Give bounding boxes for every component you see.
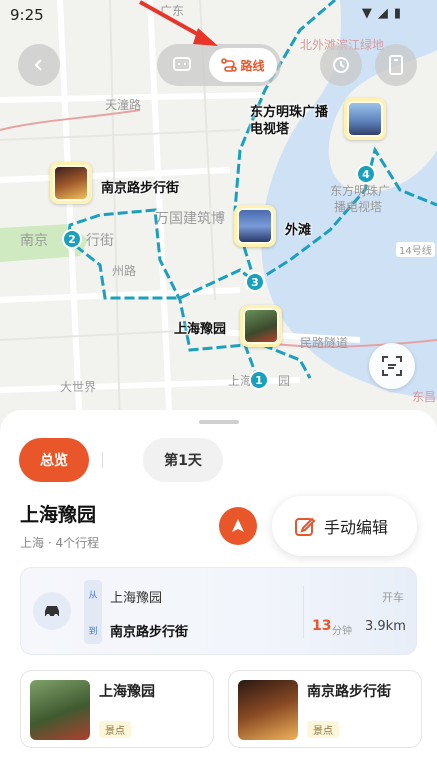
scan-button[interactable] <box>369 343 415 389</box>
tab-overview[interactable]: 总览 <box>19 438 89 482</box>
list-view-button[interactable] <box>167 53 197 77</box>
poi-marker-3[interactable]: 3 <box>245 272 265 292</box>
place-name: 上海豫园 <box>99 684 155 700</box>
status-icons: ▼◢▮ <box>362 6 407 21</box>
poi-nanjing-title[interactable]: 南京路步行街 <box>101 177 179 196</box>
place-photo <box>30 680 90 740</box>
pointer-arrow-icon <box>139 0 218 46</box>
poi-pearl-tower-thumbnail[interactable] <box>344 98 386 140</box>
wifi-icon: ▼ <box>361 6 378 21</box>
map-label-dongchang: 东昌 <box>412 390 437 404</box>
back-button[interactable] <box>18 44 60 86</box>
route-view-label: 路线 <box>240 58 265 73</box>
history-button[interactable] <box>320 44 362 86</box>
navigate-button[interactable] <box>219 507 257 545</box>
map-label-tiantong-road: 天潼路 <box>105 98 142 112</box>
layers-button[interactable] <box>375 44 417 86</box>
metro-line-badge: 14号线 <box>396 242 435 257</box>
no-signal-icon: ◢ <box>377 6 394 21</box>
travel-minutes: 13 <box>312 618 332 634</box>
view-toggle[interactable]: 路线 <box>157 44 281 86</box>
from-tag: 从 <box>88 591 98 601</box>
trip-subtitle: 上海 · 4个行程 <box>20 536 100 550</box>
travel-mode: 开车 <box>382 591 404 604</box>
map-view[interactable]: 天潼路 北外滩滨江绿地 万国建筑博 南京 行街 大世界 东方明珠广 播电视塔 上… <box>0 0 437 430</box>
edit-icon <box>295 517 316 536</box>
car-icon <box>33 592 71 630</box>
route-from: 上海豫园 <box>110 591 163 606</box>
poi-pearl-tower-title[interactable]: 东方明珠广播 电视塔 <box>250 104 328 138</box>
route-to: 南京路步行街 <box>110 625 189 640</box>
map-label-nanjing-road: 南京 <box>20 233 48 249</box>
phone-icon <box>389 55 403 75</box>
tab-day-1[interactable]: 第1天 <box>143 438 223 482</box>
travel-minutes-unit: 分钟 <box>332 626 352 637</box>
bottom-sheet[interactable]: 总览 第1天 上海豫园 上海 · 4个行程 手动编辑 从 到 上海豫园 南京路步… <box>0 410 437 777</box>
travel-distance: 3.9km <box>365 619 406 634</box>
map-label-zhou-road: 州路 <box>112 264 137 278</box>
poi-marker-1[interactable]: 1 <box>249 370 269 390</box>
map-label-da-shijie: 大世界 <box>60 380 97 394</box>
manual-edit-button[interactable]: 手动编辑 <box>272 496 417 556</box>
map-label-wanguo: 万国建筑博 <box>155 211 225 227</box>
poi-bund-title[interactable]: 外滩 <box>285 219 311 238</box>
route-summary-card[interactable]: 从 到 上海豫园 南京路步行街 开车 13 分钟 3.9km <box>20 567 417 655</box>
status-time: 9:25 <box>10 6 44 24</box>
poi-bund-thumbnail[interactable] <box>234 205 276 247</box>
map-label-oriental-pearl-2: 播电视塔 <box>334 200 383 214</box>
map-label-hangjie: 行街 <box>86 233 114 249</box>
place-tag: 景点 <box>99 721 131 738</box>
poi-yuyuan-thumbnail[interactable] <box>240 305 282 347</box>
tab-divider <box>102 452 103 468</box>
route-view-button[interactable]: 路线 <box>209 48 277 82</box>
route-icon <box>221 58 238 72</box>
poi-nanjing-thumbnail[interactable] <box>50 162 92 204</box>
map-label-oriental-pearl: 东方明珠广 <box>330 184 391 198</box>
poi-yuyuan-title[interactable]: 上海豫园 <box>174 318 226 337</box>
place-name: 南京路步行街 <box>307 684 391 700</box>
sheet-drag-handle[interactable] <box>199 420 239 424</box>
place-card-nanjing-road[interactable]: 南京路步行街 景点 <box>228 670 422 748</box>
navigation-arrow-icon <box>232 519 244 532</box>
trip-title: 上海豫园 <box>20 504 97 526</box>
history-icon <box>333 57 349 73</box>
message-icon <box>173 57 191 71</box>
place-tag: 景点 <box>307 721 339 738</box>
scan-icon <box>382 356 402 376</box>
battery-icon: ▮ <box>393 6 407 21</box>
place-card-yuyuan[interactable]: 上海豫园 景点 <box>20 670 214 748</box>
poi-marker-2[interactable]: 2 <box>62 229 82 249</box>
to-tag: 到 <box>88 627 98 637</box>
chevron-left-icon <box>34 59 42 71</box>
from-to-bar: 从 到 <box>84 580 102 644</box>
place-photo <box>238 680 298 740</box>
poi-marker-4[interactable]: 4 <box>356 164 376 184</box>
map-label-tunnel: 民路隧道 <box>300 336 349 350</box>
route-divider <box>303 586 304 638</box>
manual-edit-label: 手动编辑 <box>324 518 389 537</box>
map-label-yuyuan-2: 园 <box>278 374 291 388</box>
